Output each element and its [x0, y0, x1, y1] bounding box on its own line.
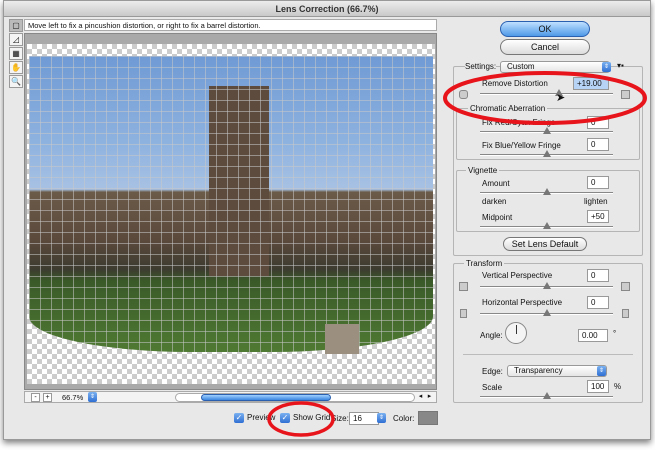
- vertical-perspective-label: Vertical Perspective: [482, 271, 553, 280]
- settings-select[interactable]: Custom: [500, 61, 610, 73]
- edge-label: Edge:: [482, 367, 503, 376]
- set-lens-default-button[interactable]: Set Lens Default: [503, 237, 587, 251]
- canvas-bottom-bar: - + 66.7% ⇕ ◂ ▸: [24, 391, 437, 403]
- red-cyan-label: Fix Red/Cyan Fringe: [482, 118, 556, 127]
- slider-knob[interactable]: [542, 392, 551, 399]
- divider: [463, 354, 633, 355]
- horizontal-perspective-right-icon: [622, 309, 629, 318]
- horizontal-perspective-left-icon: [460, 309, 467, 318]
- preview-canvas[interactable]: [24, 33, 437, 390]
- slider-knob[interactable]: [542, 222, 551, 229]
- transform-label: Transform: [464, 259, 505, 268]
- settings-stepper-icon[interactable]: ⇕: [602, 62, 611, 72]
- midpoint-label: Midpoint: [482, 213, 513, 222]
- darken-label: darken: [482, 197, 507, 206]
- edge-stepper-icon[interactable]: ⇕: [597, 366, 606, 376]
- mouse-cursor-icon: ➤: [556, 92, 566, 104]
- amount-label: Amount: [482, 179, 510, 188]
- scroll-right-button[interactable]: ▸: [425, 393, 434, 402]
- checkmark-icon: ✓: [280, 412, 290, 423]
- scale-label: Scale: [482, 383, 503, 392]
- horizontal-perspective-field[interactable]: 0: [587, 296, 609, 309]
- toolbox: ▢ ◿ ▦ ✋ 🔍: [9, 19, 23, 89]
- grid-color-swatch[interactable]: [418, 411, 438, 425]
- amount-field[interactable]: 0: [587, 176, 609, 189]
- horizontal-perspective-slider[interactable]: [480, 309, 613, 316]
- lighten-label: lighten: [584, 197, 608, 206]
- preview-image: [29, 56, 433, 352]
- midpoint-field[interactable]: +50: [587, 210, 609, 223]
- show-grid-checkbox[interactable]: ✓ Show Grid: [280, 412, 330, 423]
- grid-size-field[interactable]: 16: [349, 412, 379, 425]
- chromatic-label: Chromatic Aberration: [468, 104, 548, 113]
- vertical-perspective-right-icon: [621, 282, 630, 291]
- zoom-value[interactable]: 66.7%: [62, 392, 83, 403]
- scale-slider[interactable]: [480, 392, 613, 399]
- scale-field[interactable]: 100: [587, 380, 609, 393]
- barrel-icon: [621, 90, 630, 99]
- vertical-perspective-field[interactable]: 0: [587, 269, 609, 282]
- slider-knob[interactable]: [542, 309, 551, 316]
- remove-distortion-tool[interactable]: ▢: [9, 19, 23, 32]
- hand-tool[interactable]: ✋: [9, 61, 23, 74]
- settings-menu-icon[interactable]: ▾▪: [617, 61, 624, 70]
- slider-knob[interactable]: [542, 188, 551, 195]
- ok-button[interactable]: OK: [500, 21, 590, 37]
- color-label: Color:: [393, 414, 415, 423]
- slider-knob[interactable]: [542, 150, 551, 157]
- cancel-button[interactable]: Cancel: [500, 39, 590, 55]
- angle-field[interactable]: 0.00: [578, 329, 608, 342]
- blue-yellow-slider[interactable]: [480, 150, 613, 157]
- pincushion-icon: [459, 90, 468, 99]
- move-grid-tool[interactable]: ▦: [9, 47, 23, 60]
- zoom-tool[interactable]: 🔍: [9, 75, 23, 88]
- size-label: Size:: [331, 414, 349, 423]
- amount-slider[interactable]: [480, 188, 613, 195]
- scrollbar-thumb[interactable]: [201, 394, 331, 401]
- edge-select[interactable]: Transparency: [507, 365, 607, 377]
- horizontal-scrollbar[interactable]: [175, 393, 415, 402]
- percent-unit: %: [614, 382, 622, 391]
- horizontal-perspective-label: Horizontal Perspective: [482, 298, 563, 307]
- vertical-perspective-slider[interactable]: [480, 282, 613, 289]
- image-path-detail: [325, 324, 359, 354]
- midpoint-slider[interactable]: [480, 222, 613, 229]
- angle-label: Angle:: [480, 331, 503, 340]
- red-cyan-field[interactable]: 0: [587, 116, 609, 129]
- remove-distortion-label: Remove Distortion: [482, 79, 548, 88]
- slider-knob[interactable]: [542, 127, 551, 134]
- window-title: Lens Correction (66.7%): [4, 1, 650, 17]
- hint-text: Move left to fix a pincushion distortion…: [24, 19, 437, 31]
- zoom-in-button[interactable]: +: [43, 393, 52, 402]
- vertical-perspective-left-icon: [459, 282, 468, 291]
- degree-unit: °: [613, 329, 617, 338]
- remove-distortion-slider[interactable]: [480, 89, 613, 96]
- red-cyan-slider[interactable]: [480, 127, 613, 134]
- settings-label: Settings:: [465, 62, 497, 71]
- size-stepper-icon[interactable]: ⇕: [377, 413, 386, 423]
- slider-knob[interactable]: [542, 282, 551, 289]
- straighten-tool[interactable]: ◿: [9, 33, 23, 46]
- checkmark-icon: ✓: [234, 412, 244, 423]
- scroll-left-button[interactable]: ◂: [416, 393, 425, 402]
- remove-distortion-field[interactable]: +19.00: [573, 77, 609, 90]
- vignette-label: Vignette: [466, 166, 500, 175]
- zoom-stepper-icon[interactable]: ⇕: [88, 392, 97, 402]
- show-grid-label: Show Grid: [293, 413, 331, 422]
- zoom-out-button[interactable]: -: [31, 393, 40, 402]
- blue-yellow-field[interactable]: 0: [587, 138, 609, 151]
- preview-checkbox[interactable]: ✓ Preview: [234, 412, 275, 423]
- blue-yellow-label: Fix Blue/Yellow Fringe: [482, 141, 561, 150]
- preview-label: Preview: [247, 413, 276, 422]
- angle-dial[interactable]: [505, 322, 527, 344]
